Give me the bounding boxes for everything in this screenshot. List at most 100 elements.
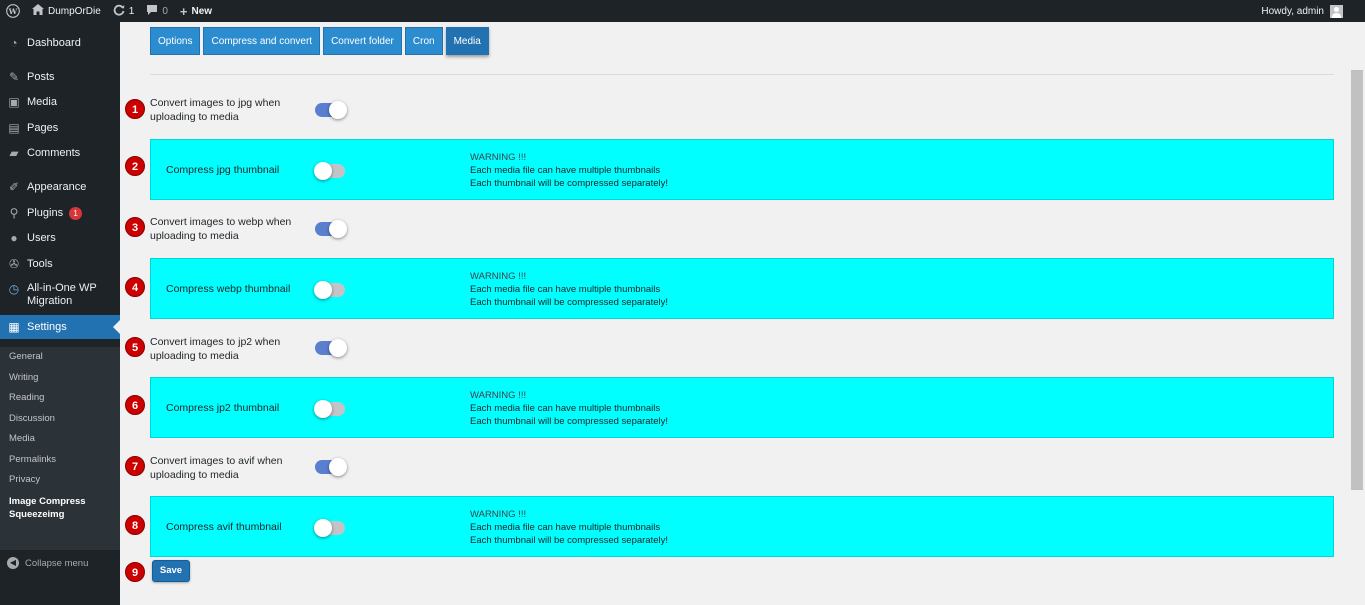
tab-compress-and-convert[interactable]: Compress and convert xyxy=(203,27,321,55)
page-scrollbar[interactable] xyxy=(1349,22,1365,605)
pages-icon: ▤ xyxy=(8,121,20,135)
submenu-item-general[interactable]: General xyxy=(9,351,43,362)
updates-link[interactable]: 1 xyxy=(107,0,141,22)
my-account[interactable]: Howdy, admin xyxy=(1261,4,1365,18)
compress-jpg-thumbnail-label: Compress jpg thumbnail xyxy=(166,164,280,176)
users-icon: ● xyxy=(10,231,18,245)
submenu-item-media[interactable]: Media xyxy=(9,433,35,444)
sidebar-item-posts[interactable]: ✎ Posts xyxy=(0,70,120,84)
step-marker-3: 3 xyxy=(125,217,145,237)
sidebar-item-label: Appearance xyxy=(27,181,87,193)
toggle-knob xyxy=(329,339,347,357)
step-marker-5: 5 xyxy=(125,337,145,357)
sidebar-item-pages[interactable]: ▤ Pages xyxy=(0,121,120,135)
compress-jp2-thumbnail-panel: Compress jp2 thumbnail WARNING !!! Each … xyxy=(150,377,1334,438)
comments-count: 0 xyxy=(162,5,168,17)
toggle-knob xyxy=(329,458,347,476)
convert-jpg-label: Convert images to jpg when uploading to … xyxy=(150,97,281,123)
pushpin-icon: ✎ xyxy=(8,70,20,84)
home-icon xyxy=(32,4,44,18)
warning-title: WARNING !!! xyxy=(470,509,527,520)
convert-jp2-toggle[interactable] xyxy=(315,339,347,357)
sidebar-item-label: Media xyxy=(27,96,57,108)
toggle-knob xyxy=(329,220,347,238)
sidebar-item-dashboard[interactable]: ◔ Dashboard xyxy=(0,36,120,50)
settings-icon: ▦ xyxy=(8,320,20,334)
new-content-link[interactable]: + New xyxy=(174,0,218,22)
sidebar-item-plugins[interactable]: ⚲ Plugins 1 xyxy=(0,206,120,220)
sidebar-item-label: Users xyxy=(27,232,56,244)
thumbnail-warning: WARNING !!! Each media file can have mul… xyxy=(470,270,668,309)
convert-jp2-label: Convert images to jp2 when uploading to … xyxy=(150,336,281,362)
tab-convert-folder[interactable]: Convert folder xyxy=(323,27,402,55)
thumbnail-warning: WARNING !!! Each media file can have mul… xyxy=(470,151,668,190)
submenu-item-writing[interactable]: Writing xyxy=(9,372,38,383)
sidebar-item-comments[interactable]: ▰ Comments xyxy=(0,146,120,160)
tab-cron[interactable]: Cron xyxy=(404,27,443,55)
avatar xyxy=(1330,4,1343,18)
warning-title: WARNING !!! xyxy=(470,271,527,282)
tab-divider xyxy=(150,74,1334,75)
sidebar-item-label: Tools xyxy=(27,258,53,270)
toggle-knob xyxy=(314,281,332,299)
svg-text:W: W xyxy=(8,7,18,16)
sidebar-item-label: Comments xyxy=(27,147,81,159)
warning-line: Each media file can have multiple thumbn… xyxy=(470,165,661,176)
sidebar-item-settings[interactable]: ▦ Settings xyxy=(0,315,120,339)
migration-icon: ◷ xyxy=(8,282,20,296)
warning-line: Each thumbnail will be compressed separa… xyxy=(470,535,669,546)
sidebar-item-appearance[interactable]: ✐ Appearance xyxy=(0,180,120,194)
site-name-link[interactable]: DumpOrDie xyxy=(26,0,107,22)
submenu-item-discussion[interactable]: Discussion xyxy=(9,413,55,424)
compress-avif-thumbnail-toggle[interactable] xyxy=(314,519,345,537)
wordpress-logo-icon[interactable]: W xyxy=(0,0,26,22)
convert-avif-toggle[interactable] xyxy=(315,458,347,476)
compress-avif-thumbnail-panel: Compress avif thumbnail WARNING !!! Each… xyxy=(150,496,1334,557)
thumbnail-warning: WARNING !!! Each media file can have mul… xyxy=(470,508,668,547)
save-button[interactable]: Save xyxy=(152,560,190,582)
tab-options[interactable]: Options xyxy=(150,27,201,55)
compress-jp2-thumbnail-toggle[interactable] xyxy=(314,400,345,418)
sidebar-item-media[interactable]: ▣ Media xyxy=(0,95,120,109)
compress-webp-thumbnail-label: Compress webp thumbnail xyxy=(166,283,291,295)
tab-media[interactable]: Media xyxy=(445,27,489,55)
submenu-item-permalinks[interactable]: Permalinks xyxy=(9,454,56,465)
sidebar-item-users[interactable]: ● Users xyxy=(0,231,120,245)
submenu-item-reading[interactable]: Reading xyxy=(9,392,44,403)
sidebar-item-label: Settings xyxy=(27,321,67,333)
convert-webp-label: Convert images to webp when uploading to… xyxy=(150,216,292,242)
warning-title: WARNING !!! xyxy=(470,390,527,401)
compress-jpg-thumbnail-panel: Compress jpg thumbnail WARNING !!! Each … xyxy=(150,139,1334,200)
warning-title: WARNING !!! xyxy=(470,152,527,163)
submenu-item-privacy[interactable]: Privacy xyxy=(9,474,40,485)
convert-webp-toggle[interactable] xyxy=(315,220,347,238)
comment-bubble-icon xyxy=(146,4,158,19)
step-marker-4: 4 xyxy=(125,277,145,297)
plus-icon: + xyxy=(179,3,188,19)
comments-icon: ▰ xyxy=(9,146,19,160)
sidebar-item-label: All-in-One WP Migration xyxy=(27,282,97,307)
compress-webp-thumbnail-panel: Compress webp thumbnail WARNING !!! Each… xyxy=(150,258,1334,319)
collapse-menu-button[interactable]: ◀ Collapse menu xyxy=(7,557,88,569)
dashboard-icon: ◔ xyxy=(10,36,18,50)
step-marker-8: 8 xyxy=(125,515,145,535)
site-name: DumpOrDie xyxy=(48,5,101,17)
compress-webp-thumbnail-toggle[interactable] xyxy=(314,281,345,299)
compress-jpg-thumbnail-toggle[interactable] xyxy=(314,162,345,180)
comments-link[interactable]: 0 xyxy=(140,0,174,22)
sidebar-item-migration[interactable]: ◷ All-in-One WP Migration xyxy=(0,282,120,308)
convert-avif-label: Convert images to avif when uploading to… xyxy=(150,455,283,481)
howdy-text: Howdy, admin xyxy=(1261,5,1324,17)
sidebar-item-tools[interactable]: ✇ Tools xyxy=(0,257,120,271)
step-marker-1: 1 xyxy=(125,99,145,119)
thumbnail-warning: WARNING !!! Each media file can have mul… xyxy=(470,389,668,428)
submenu-item-image-compress[interactable]: Image Compress Squeezeimg xyxy=(9,495,109,521)
plugins-icon: ⚲ xyxy=(9,206,19,220)
admin-sidebar: ◔ Dashboard ✎ Posts ▣ Media ▤ Pages ▰ Co… xyxy=(0,22,120,605)
scrollbar-thumb[interactable] xyxy=(1351,70,1363,490)
admin-bar: W DumpOrDie 1 0 + New Howdy, admin xyxy=(0,0,1365,22)
compress-jp2-thumbnail-label: Compress jp2 thumbnail xyxy=(166,402,280,414)
convert-jpg-toggle[interactable] xyxy=(315,101,347,119)
new-label: New xyxy=(191,5,213,17)
sidebar-item-label: Posts xyxy=(27,71,55,83)
